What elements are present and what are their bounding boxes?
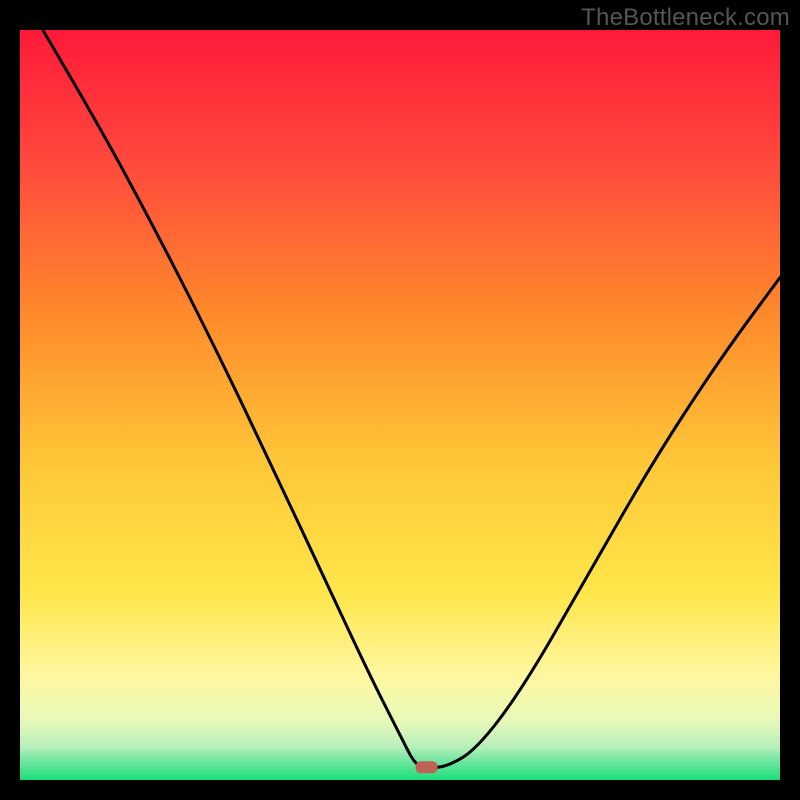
bottleneck-curve (43, 30, 780, 767)
chart-overlay (20, 30, 780, 780)
plot-area (20, 30, 780, 780)
min-marker (416, 761, 438, 773)
watermark-text: TheBottleneck.com (581, 4, 790, 32)
chart-frame: TheBottleneck.com (0, 0, 800, 800)
